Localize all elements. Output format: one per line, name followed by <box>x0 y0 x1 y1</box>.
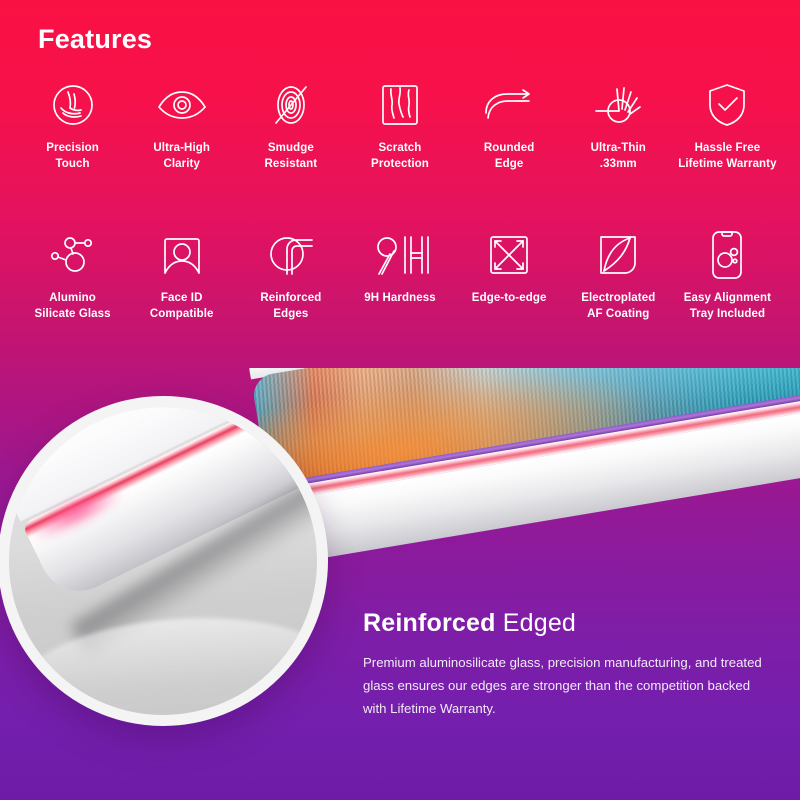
ultra-thin-pinch-icon <box>593 78 643 132</box>
edge-to-edge-icon <box>488 228 530 282</box>
reinforced-edges-icon <box>267 228 315 282</box>
feature-label: Electroplated AF Coating <box>581 292 656 320</box>
feature-label: Ultra-High Clarity <box>153 142 210 170</box>
feature-precision-touch[interactable]: Precision Touch <box>18 78 127 172</box>
shield-check-icon <box>706 78 748 132</box>
feature-label: Hassle Free Lifetime Warranty <box>678 142 777 170</box>
page-title: Features <box>38 24 153 54</box>
molecule-icon <box>49 228 97 282</box>
alignment-tray-icon <box>710 228 744 282</box>
scratch-protection-icon <box>380 78 420 132</box>
rounded-edge-icon <box>483 78 535 132</box>
feature-row-2: Alumino Silicate Glass Face ID Compatibl… <box>0 228 800 322</box>
feature-label: Edge-to-edge <box>471 292 547 305</box>
feature-label: Scratch Protection <box>371 142 429 170</box>
tablet-product-image <box>246 368 800 585</box>
feature-scratch-protection[interactable]: Scratch Protection <box>345 78 454 172</box>
feature-ultra-thin[interactable]: Ultra-Thin .33mm <box>564 78 673 172</box>
magnifier-circle <box>0 396 328 726</box>
promo-body: Premium aluminosilicate glass, precision… <box>363 655 762 717</box>
feature-reinforced-edges[interactable]: Reinforced Edges <box>236 228 345 322</box>
precision-touch-icon <box>50 78 96 132</box>
feature-label: Ultra-Thin .33mm <box>590 142 646 170</box>
feature-smudge-resistant[interactable]: Smudge Resistant <box>236 78 345 172</box>
face-id-icon <box>161 228 203 282</box>
promo-title-light: Edged <box>502 609 577 637</box>
feature-easy-alignment-tray[interactable]: Easy Alignment Tray Included <box>673 228 782 322</box>
feature-rounded-edge[interactable]: Rounded Edge <box>455 78 564 172</box>
product-scene <box>0 368 800 800</box>
magnifier-content <box>9 407 317 715</box>
feature-hassle-free-warranty[interactable]: Hassle Free Lifetime Warranty <box>673 78 782 172</box>
feature-label: Rounded Edge <box>483 142 535 170</box>
hardness-9h-icon <box>372 228 429 282</box>
feature-9h-hardness[interactable]: 9H Hardness <box>345 228 454 322</box>
feature-edge-to-edge[interactable]: Edge-to-edge <box>455 228 564 322</box>
feature-ultra-high-clarity[interactable]: Ultra-High Clarity <box>127 78 236 172</box>
magnified-tablet <box>9 407 317 661</box>
feature-label: Smudge Resistant <box>264 142 318 170</box>
feature-label: Precision Touch <box>46 142 99 170</box>
eye-clarity-icon <box>157 78 207 132</box>
features-grid: Precision Touch Ultra-High Clarity Smudg… <box>0 78 800 322</box>
feature-label: 9H Hardness <box>364 292 436 305</box>
feature-alumino-silicate-glass[interactable]: Alumino Silicate Glass <box>18 228 127 322</box>
feature-label: Easy Alignment Tray Included <box>683 292 772 320</box>
surface-reflection <box>15 607 317 715</box>
electroplated-film-icon <box>597 228 639 282</box>
feature-face-id-compatible[interactable]: Face ID Compatible <box>127 228 236 322</box>
feature-electroplated-af-coating[interactable]: Electroplated AF Coating <box>564 228 673 322</box>
promo-copy: Reinforced Edged Premium aluminosilicate… <box>363 608 769 720</box>
promo-title-strong: Reinforced <box>363 609 496 637</box>
smudge-resistant-icon <box>271 78 311 132</box>
feature-label: Face ID Compatible <box>149 292 214 320</box>
promo-title: Reinforced Edged <box>363 608 769 638</box>
feature-label: Alumino Silicate Glass <box>34 292 111 320</box>
feature-label: Reinforced Edges <box>260 292 322 320</box>
feature-row-1: Precision Touch Ultra-High Clarity Smudg… <box>0 78 800 172</box>
